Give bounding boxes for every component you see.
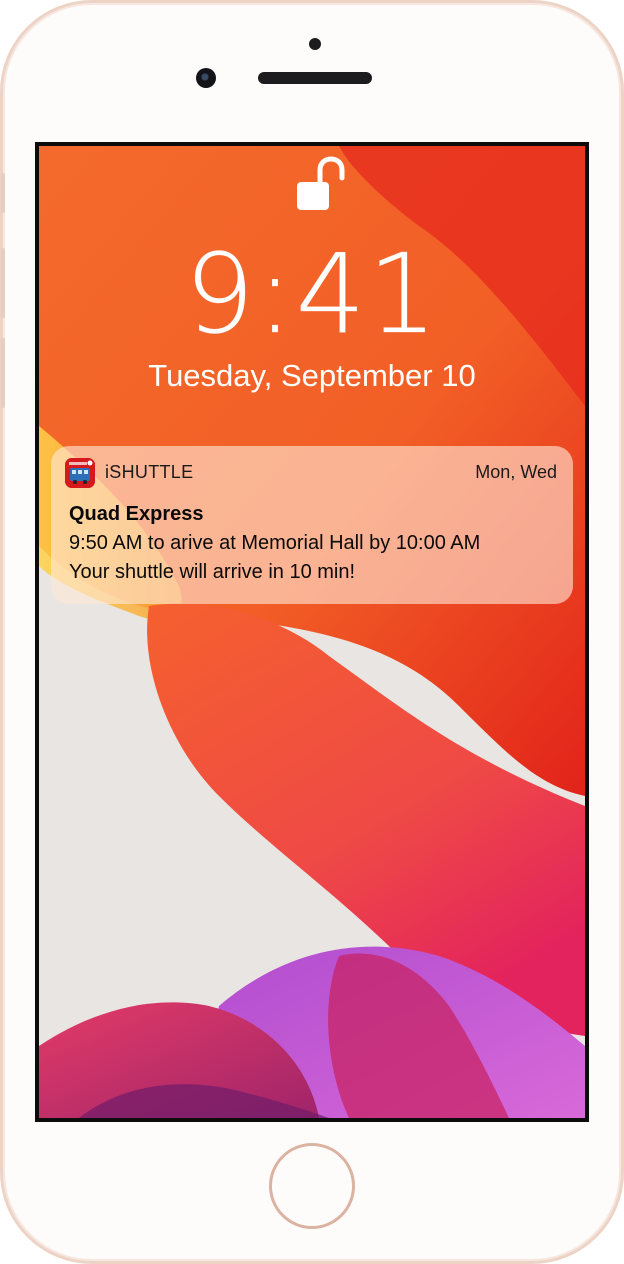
proximity-sensor: [309, 38, 321, 50]
volume-up-button: [1, 248, 5, 318]
front-camera: [196, 68, 216, 88]
notification-body-line-1: 9:50 AM to arive at Memorial Hall by 10:…: [69, 532, 481, 554]
unlocked-padlock-icon: [297, 156, 345, 210]
home-button[interactable]: [269, 1143, 355, 1229]
clock-time: 9:41: [184, 230, 440, 358]
volume-down-button: [1, 338, 5, 408]
shuttle-notification[interactable]: iSHUTTLE Mon, Wed Quad Express 9:50 AM t…: [51, 446, 573, 604]
clock-date: Tuesday, September 10: [148, 358, 476, 393]
bus-icon: [65, 458, 95, 488]
earpiece-speaker: [258, 72, 372, 84]
notification-days: Mon, Wed: [475, 462, 557, 482]
lock-screen: 9:41 Tuesday, September 10 iSHUTTLE Mon,…: [35, 142, 589, 1122]
notification-title: Quad Express: [69, 503, 204, 525]
notification-body-line-2: Your shuttle will arrive in 10 min!: [69, 561, 356, 583]
side-button: [1, 173, 5, 213]
notification-app-name: iSHUTTLE: [105, 462, 194, 482]
